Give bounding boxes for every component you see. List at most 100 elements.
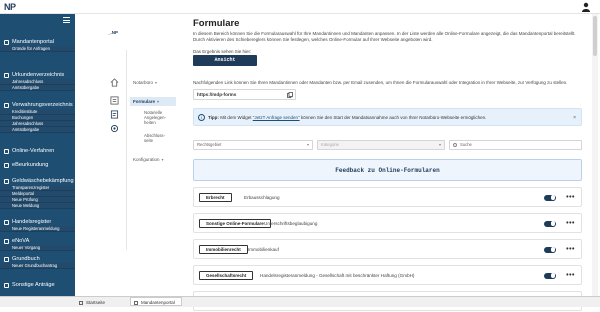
sidebar-group-label: Sonstige Anträge xyxy=(12,282,55,288)
subnav-formulare[interactable]: Formulare ▾ xyxy=(130,97,176,106)
hamburger-menu-icon[interactable] xyxy=(63,17,70,24)
toggle-knob xyxy=(550,221,556,226)
tab-mandantenportal[interactable]: Mandantenportal xyxy=(130,297,182,306)
section-icon xyxy=(4,148,9,154)
kategorie-select[interactable]: Kategorie ▾ xyxy=(317,140,445,150)
list-icon[interactable] xyxy=(110,96,119,105)
toggle-knob xyxy=(550,273,556,278)
section-icon xyxy=(4,39,9,45)
form-url-field[interactable]: https://mdp-forms xyxy=(193,89,296,100)
close-icon[interactable]: × xyxy=(573,109,576,127)
sidebar-item[interactable]: Amtsübergabe xyxy=(0,127,75,133)
more-options-icon[interactable]: ••• xyxy=(566,266,575,285)
sidebar-item[interactable]: Gründe für Anfragen xyxy=(0,46,75,52)
intro-text: In diesem Bereich können Sie die Formula… xyxy=(193,31,576,42)
sidebar-group: Online-Verfahren xyxy=(0,147,75,155)
form-enabled-toggle[interactable] xyxy=(544,220,556,227)
sidebar-group-label: Verwahrungsverzeichnis xyxy=(12,102,73,108)
sidebar-group-header[interactable]: Online-Verfahren xyxy=(0,147,75,155)
sidebar-group: Sonstige Anträge xyxy=(0,281,75,289)
form-title: Handelsregisteranmeldung - Gesellschaft … xyxy=(260,273,415,278)
sidebar-group-header[interactable]: Urkundenverzeichnis xyxy=(0,71,75,79)
form-enabled-toggle[interactable] xyxy=(544,246,556,253)
sidebar-group: Verwahrungsverzeichnis Kreditinstitute Buc… xyxy=(0,101,75,133)
toggle-knob xyxy=(550,195,556,200)
sidebar-item[interactable]: Neue Registeranmeldung xyxy=(0,226,75,232)
sidebar-group-header[interactable]: Geldwäschebekämpfung xyxy=(0,177,75,185)
tip-banner: i Tipp: Mit dem Widget "JetzT Anfrage se… xyxy=(193,108,582,126)
form-enabled-toggle[interactable] xyxy=(544,272,556,279)
scrollbar[interactable] xyxy=(592,14,598,296)
tip-text-start: Mit dem Widget xyxy=(220,115,252,120)
sidebar-group-label: Online-Verfahren xyxy=(12,148,55,154)
sidebar-group-header[interactable]: Sonstige Anträge xyxy=(0,281,75,289)
user-icon[interactable] xyxy=(581,2,591,12)
form-title: Erbausschlagung xyxy=(244,195,280,200)
subnav-konfiguration[interactable]: Konfiguration ▾ xyxy=(133,157,164,162)
section-icon xyxy=(4,256,9,262)
sidebar-group-label: Urkundenverzeichnis xyxy=(12,72,65,78)
widget-link[interactable]: "JetzT Anfrage senden" xyxy=(253,115,300,120)
subnav-abschlussseite[interactable]: Abschluss-seite xyxy=(144,133,174,143)
more-options-icon[interactable]: ••• xyxy=(566,240,575,259)
settings-icon[interactable] xyxy=(110,124,119,133)
search-placeholder: Suche xyxy=(460,142,472,147)
app-logo[interactable]: NP xyxy=(4,2,16,12)
page-title: Formulare xyxy=(193,18,240,29)
top-bar: NP xyxy=(0,0,600,14)
document-icon[interactable] xyxy=(110,110,119,119)
info-icon: i xyxy=(198,114,205,121)
sidebar-group-header[interactable]: eBeurkundung xyxy=(0,161,75,169)
kategorie-value: Kategorie xyxy=(321,142,339,147)
subnav-notarielle-angelegenheiten[interactable]: Notarielle Angelegen-heiten xyxy=(144,110,174,125)
form-url: https://mdp-forms xyxy=(197,92,237,97)
sidebar-group-label: Mandantenportal xyxy=(12,39,54,45)
rechtsgebiet-value: Rechtsgebiet xyxy=(197,142,222,147)
rail-logo: _.NP xyxy=(108,30,119,35)
tip-text-end: können Sie den Start der Mandatsannahme … xyxy=(300,115,487,120)
sidebar-item[interactable]: Neuer Grundbuchantrag xyxy=(0,263,75,269)
sidebar-group: Geldwäschebekämpfung Transparenzregister M… xyxy=(0,177,75,209)
sidebar-group-header[interactable]: Grundbuch xyxy=(0,255,75,263)
sidebar-group-header[interactable]: eNoVA xyxy=(0,237,75,245)
search-icon xyxy=(453,143,457,147)
sidebar-item[interactable]: Amtsübergabe xyxy=(0,85,75,91)
home-icon[interactable] xyxy=(110,78,119,87)
sidebar-group: Urkundenverzeichnis Jahresabschluss Amtsüb… xyxy=(0,71,75,91)
form-enabled-toggle[interactable] xyxy=(544,194,556,201)
more-options-icon[interactable]: ••• xyxy=(566,214,575,233)
main-content: Formulare In diesem Bereich können Sie d… xyxy=(191,14,587,311)
sidebar-item[interactable]: Neuer Vorgang xyxy=(0,245,75,251)
sidebar-group-header[interactable]: Verwahrungsverzeichnis xyxy=(0,101,75,109)
view-form-selection-button[interactable]: Ansicht Formularauswahl xyxy=(193,55,257,74)
tab-startseite-label: Startseite xyxy=(86,300,106,305)
sidebar-group: Handelsregister Neue Registeranmeldung xyxy=(0,218,75,232)
form-row: Immobilienrecht Immobilienkauf ••• xyxy=(193,239,582,259)
scrollbar-thumb[interactable] xyxy=(593,16,597,56)
sidebar-group-label: eNoVA xyxy=(12,238,30,244)
feedback-button[interactable]: Feedback zu Online-Formularen xyxy=(193,159,582,181)
section-icon xyxy=(4,162,9,168)
toggle-knob xyxy=(550,247,556,252)
sidebar-group: Mandantenportal Gründe für Anfragen xyxy=(0,38,75,52)
sidebar-group-label: Grundbuch xyxy=(12,256,40,262)
search-input[interactable]: Suche xyxy=(449,140,582,150)
sidebar-item[interactable]: Neue Meldung xyxy=(0,203,75,209)
category-tag: Sonstige Online-Formulare xyxy=(199,219,271,228)
icon-rail xyxy=(105,50,127,250)
page-icon xyxy=(79,300,83,305)
form-title: Unterschriftsbeglaubigung xyxy=(264,221,318,226)
copy-icon[interactable] xyxy=(287,91,293,98)
more-options-icon[interactable]: ••• xyxy=(566,188,575,207)
sidebar-group-header[interactable]: Mandantenportal xyxy=(0,38,75,46)
status-bar: Startseite Mandantenportal xyxy=(0,296,600,307)
rechtsgebiet-select[interactable]: Rechtsgebiet ▾ xyxy=(193,140,313,150)
category-tag: Immobilienrecht xyxy=(199,245,248,254)
sidebar-group-label: Handelsregister xyxy=(12,219,52,225)
category-tag: Erbrecht xyxy=(199,193,232,202)
tab-startseite[interactable]: Startseite xyxy=(76,298,105,307)
subnav-notarbuero[interactable]: Notarbüro ▾ xyxy=(133,80,157,85)
category-tag: Gesellschaftsrecht xyxy=(199,271,254,280)
sidebar-group-header[interactable]: Handelsregister xyxy=(0,218,75,226)
sidebar-group: Grundbuch Neuer Grundbuchantrag xyxy=(0,255,75,269)
